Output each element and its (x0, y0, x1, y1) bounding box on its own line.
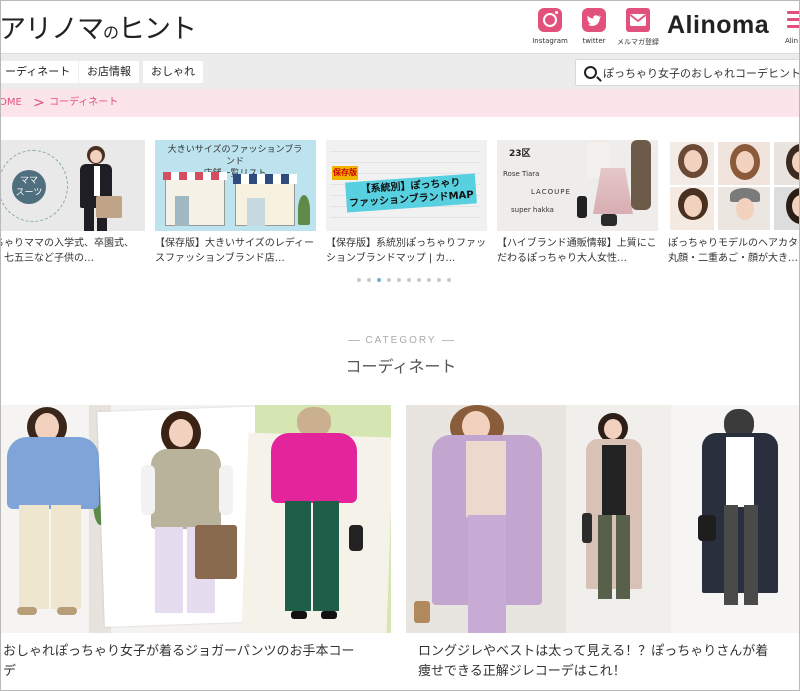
category-label: CATEGORY (1, 335, 799, 346)
brand-logo-23ku: 23区 (509, 149, 531, 159)
post-title-line: 痩せできる正解ジレコーデはこれ！ (418, 664, 626, 679)
breadcrumb: OME > コーディネート (1, 89, 799, 117)
carousel-dot[interactable] (417, 278, 421, 282)
thumbnail-banner-text: 大きいサイズのファッションブランド 店舗一覧リスト (167, 145, 303, 179)
brand-logo-super-hakka: super hakka (511, 206, 554, 214)
site-header: アリノマのヒント Instagram twitter メルマガ登録 Alinom… (0, 1, 799, 53)
nav-tab-fashion[interactable]: おしゃれ (143, 61, 203, 83)
post-title-line: デ (3, 664, 17, 679)
card-title: 【保存版】大きいサイズのレディー スファッションブランド店… (155, 238, 314, 264)
chevron-right-icon: > (33, 95, 45, 111)
carousel-card[interactable]: ママ スーツ っちゃりママの入学式、卒園式、 験、七五三など子供の… (1, 140, 145, 266)
nav-tab-coordinate[interactable]: ーディネート (1, 61, 79, 83)
site-logo[interactable]: アリノマのヒント (0, 7, 197, 46)
logo-text-small: の (103, 23, 119, 42)
twitter-link[interactable]: twitter (569, 8, 619, 45)
breadcrumb-current: コーディネート (49, 97, 119, 108)
menu-label: Alin (785, 37, 799, 45)
category-title[interactable]: コーディネート (1, 353, 799, 377)
search-icon[interactable] (584, 66, 597, 79)
instagram-link[interactable]: Instagram (525, 8, 575, 45)
nav-bar: ーディネート お店情報 おしゃれ (1, 53, 799, 89)
mail-icon (626, 8, 650, 32)
post-thumbnail (406, 405, 799, 633)
post-card[interactable]: おしゃれぽっちゃり女子が着るジョガーパンツのお手本コー デ (1, 405, 391, 690)
instagram-icon (538, 8, 562, 32)
post-thumbnail (1, 405, 391, 633)
carousel-dot[interactable] (397, 278, 401, 282)
post-card[interactable]: ロングジレやベストは太って見える！？ぽっちゃりさんが着 痩せできる正解ジレコーデ… (406, 405, 799, 690)
carousel-dot[interactable] (447, 278, 451, 282)
carousel-card[interactable]: ぽっちゃりモデルのヘアカタロ 丸顔・二重あご・顔が大き… (668, 140, 800, 266)
card-thumbnail (668, 140, 799, 231)
card-title: 【保存版】系統別ぽっちゃりファッ ションブランドマップ | カ… (326, 238, 486, 264)
brand-logo-lacoupe: LACOUPE (531, 188, 571, 196)
mail-link[interactable]: メルマガ登録 (613, 8, 663, 47)
card-title: 【ハイブランド通販情報】上質にこ だわるぽっちゃり大人女性… (497, 238, 657, 264)
carousel-dot[interactable] (407, 278, 411, 282)
card-title: っちゃりママの入学式、卒園式、 験、七五三など子供の… (1, 238, 134, 264)
card-thumbnail: 大きいサイズのファッションブランド 店舗一覧リスト (155, 140, 316, 231)
hamburger-icon (787, 11, 799, 14)
mail-label: メルマガ登録 (617, 38, 659, 46)
post-title: ロングジレやベストは太って見える！？ぽっちゃりさんが着 痩せできる正解ジレコーデ… (418, 642, 768, 682)
brand-logo[interactable]: Alinoma (667, 11, 769, 40)
carousel-card[interactable]: 23区 Rose Tiara LACOUPE super hakka 【ハイブラ… (497, 140, 658, 266)
tag-saved: 保存版 (332, 166, 358, 180)
carousel-dot[interactable] (357, 278, 361, 282)
post-title-line: ロングジレやベストは太って見える！？ぽっちゃりさんが着 (418, 644, 769, 659)
breadcrumb-home[interactable]: OME (1, 89, 22, 117)
carousel-dot[interactable] (377, 278, 381, 282)
badge-mama-suit: ママ スーツ (12, 170, 46, 204)
carousel-dot[interactable] (437, 278, 441, 282)
carousel-pagination (357, 278, 457, 284)
logo-text-main: アリノマ (0, 14, 104, 45)
carousel-dot[interactable] (387, 278, 391, 282)
card-thumbnail: ママ スーツ (1, 140, 145, 231)
carousel-card[interactable]: 大きいサイズのファッションブランド 店舗一覧リスト 【保存版】大きいサイズのレデ… (155, 140, 316, 266)
instagram-label: Instagram (532, 37, 568, 45)
brand-logo-rose-tiara: Rose Tiara (503, 170, 540, 178)
post-title: おしゃれぽっちゃり女子が着るジョガーパンツのお手本コー デ (3, 642, 355, 682)
carousel-card[interactable]: 保存版 【系統別】ぽっちゃり ファッションブランドMAP 【保存版】系統別ぽっち… (326, 140, 487, 266)
search-box[interactable] (575, 59, 799, 86)
search-input[interactable] (603, 63, 799, 83)
card-thumbnail: 保存版 【系統別】ぽっちゃり ファッションブランドMAP (326, 140, 487, 231)
card-thumbnail: 23区 Rose Tiara LACOUPE super hakka (497, 140, 658, 231)
twitter-icon (582, 8, 606, 32)
card-title: ぽっちゃりモデルのヘアカタロ 丸顔・二重あご・顔が大き… (668, 238, 800, 264)
nav-tab-shop-info[interactable]: お店情報 (79, 61, 139, 83)
post-title-line: おしゃれぽっちゃり女子が着るジョガーパンツのお手本コー (3, 644, 355, 659)
logo-text-tail: ヒント (118, 14, 197, 45)
page: アリノマのヒント Instagram twitter メルマガ登録 Alinom… (0, 0, 800, 691)
twitter-label: twitter (582, 37, 606, 45)
carousel-dot[interactable] (427, 278, 431, 282)
carousel-dot[interactable] (367, 278, 371, 282)
